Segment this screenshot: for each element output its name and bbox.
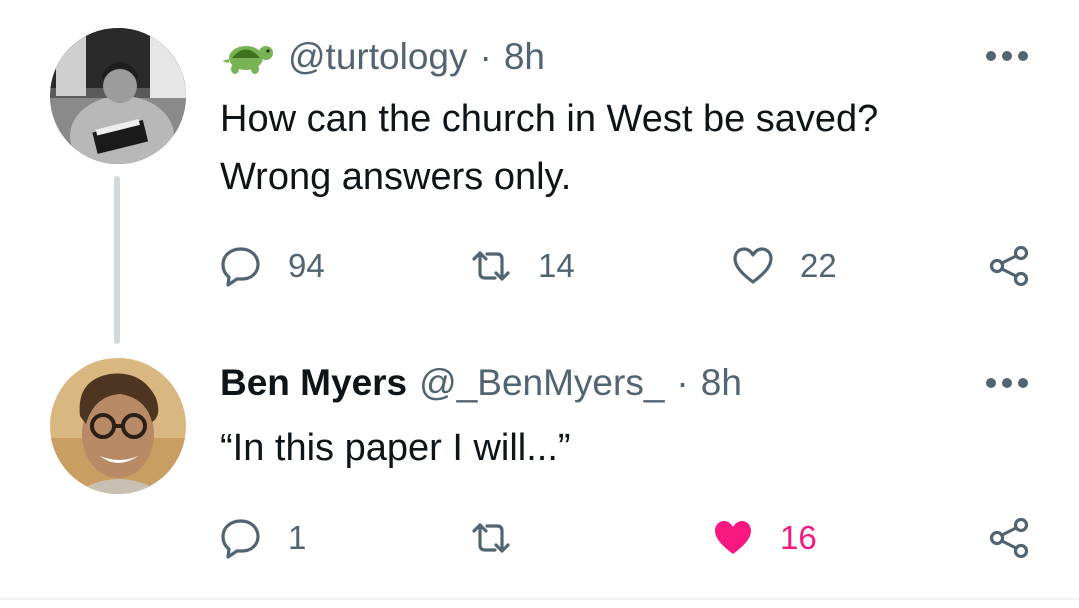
separator-dot: ·	[676, 362, 689, 403]
retweet-icon	[472, 523, 510, 553]
reply-icon	[221, 247, 260, 287]
reply-button[interactable]: 94	[220, 244, 325, 288]
user-handle[interactable]: @_BenMyers_	[419, 362, 664, 404]
tweet-text-line: How can the church in West be saved?	[220, 98, 879, 140]
user-handle[interactable]: @turtology	[288, 36, 467, 78]
tweet-time[interactable]: 8h	[701, 362, 742, 404]
more-options-icon[interactable]	[985, 377, 1029, 389]
more-options-icon[interactable]	[985, 50, 1029, 62]
retweet-icon	[472, 251, 510, 281]
tweet-text: How can the church in West be saved? Wro…	[220, 90, 878, 206]
tweet-time[interactable]: 8h	[504, 36, 545, 78]
share-icon	[989, 517, 1029, 559]
tweet-text-line: “In this paper I will...”	[220, 427, 571, 469]
tweet-header: @turtology · 8h	[220, 32, 545, 82]
share-icon	[989, 245, 1029, 287]
retweet-button[interactable]	[470, 516, 538, 560]
user-avatar[interactable]	[50, 28, 186, 164]
reply-button[interactable]: 1	[220, 516, 306, 560]
heart-outline-icon	[733, 247, 773, 284]
reply-count: 1	[288, 519, 307, 556]
turtle-emoji-icon	[222, 46, 273, 74]
avatar-photo-icon	[50, 358, 186, 494]
tweet-thread: @turtology · 8h How can the church in We…	[0, 0, 1079, 608]
display-name[interactable]: Ben Myers	[220, 362, 407, 404]
separator-dot: ·	[479, 36, 492, 77]
like-button[interactable]: 22	[732, 244, 837, 288]
share-button[interactable]	[988, 244, 1030, 288]
like-count: 16	[780, 519, 817, 556]
like-count: 22	[800, 247, 837, 284]
reply-count: 94	[288, 247, 325, 284]
divider	[0, 598, 1079, 600]
tweet-text: “In this paper I will...”	[220, 419, 571, 477]
avatar-photo-icon	[50, 28, 186, 164]
tweet-actions: 94 14 22	[220, 244, 1040, 288]
reply-icon	[221, 519, 260, 559]
user-avatar[interactable]	[50, 358, 186, 494]
tweet-header: Ben Myers @_BenMyers_ · 8h	[220, 358, 742, 408]
share-button[interactable]	[988, 516, 1030, 560]
heart-filled-icon	[715, 521, 751, 554]
tweet-text-line: Wrong answers only.	[220, 156, 572, 198]
thread-connector-line	[114, 176, 120, 344]
tweet-actions: 1 16	[220, 516, 1040, 560]
retweet-count: 14	[538, 247, 575, 284]
like-button[interactable]: 16	[712, 516, 817, 560]
retweet-button[interactable]: 14	[470, 244, 575, 288]
